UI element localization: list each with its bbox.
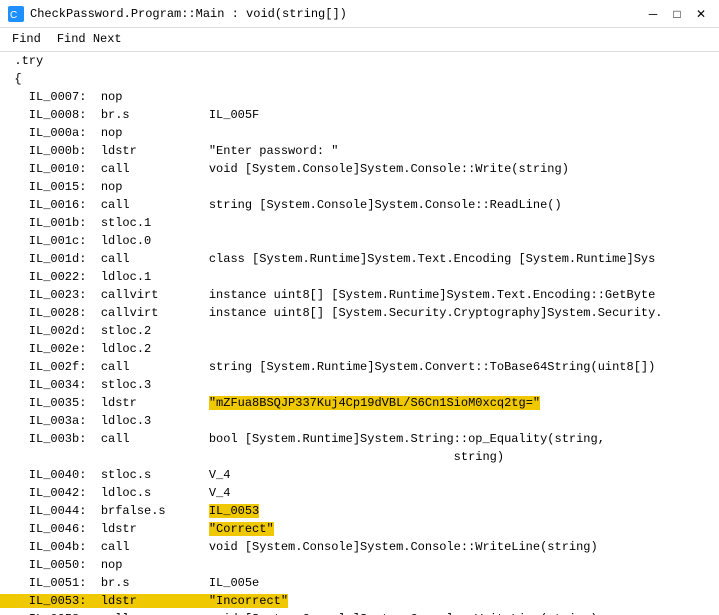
window-controls: ─ □ ✕: [643, 4, 711, 24]
maximize-button[interactable]: □: [667, 4, 687, 24]
title-bar: C CheckPassword.Program::Main : void(str…: [0, 0, 719, 28]
app-icon: C: [8, 6, 24, 22]
menu-bar: Find Find Next: [0, 28, 719, 52]
menu-item-find[interactable]: Find: [4, 30, 49, 49]
window-title: CheckPassword.Program::Main : void(strin…: [30, 7, 643, 21]
svg-text:C: C: [10, 10, 17, 21]
code-area[interactable]: .try { IL_0007: nop IL_0008: br.s IL_005…: [0, 52, 719, 615]
code-content: .try { IL_0007: nop IL_0008: br.s IL_005…: [0, 52, 719, 615]
menu-item-find-next[interactable]: Find Next: [49, 30, 130, 49]
minimize-button[interactable]: ─: [643, 4, 663, 24]
close-button[interactable]: ✕: [691, 4, 711, 24]
